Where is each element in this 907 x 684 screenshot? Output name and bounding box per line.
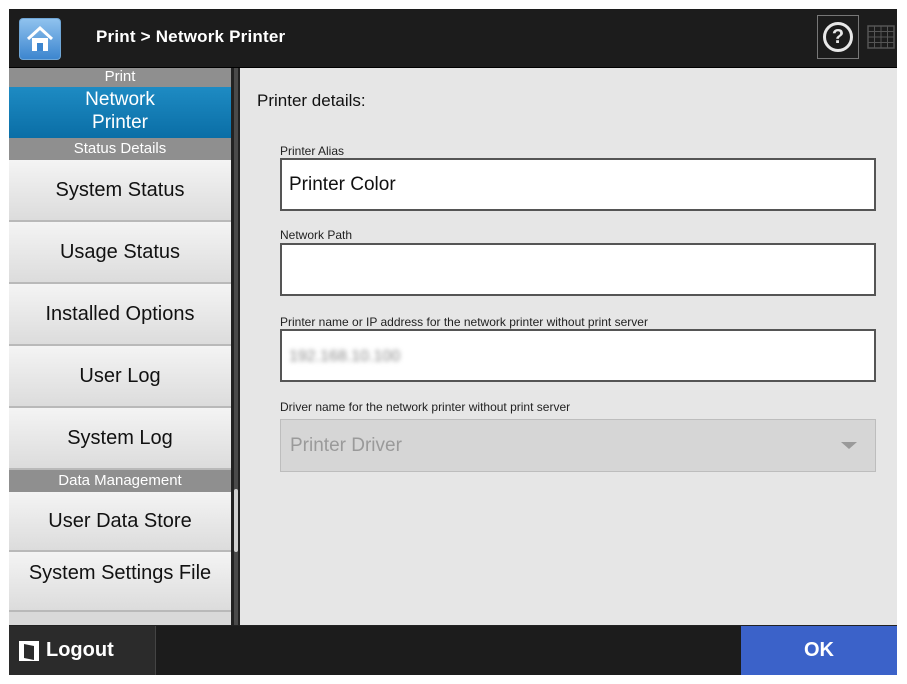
driver-name-select[interactable]: Printer Driver bbox=[280, 419, 876, 472]
network-path-input[interactable] bbox=[280, 243, 876, 296]
sidebar-item-installed-options[interactable]: Installed Options bbox=[9, 284, 231, 346]
sidebar-item-user-log[interactable]: User Log bbox=[9, 346, 231, 408]
sidebar-item-network-printer[interactable]: Network Printer bbox=[9, 87, 231, 138]
sidebar-item-usage-status[interactable]: Usage Status bbox=[9, 222, 231, 284]
home-button[interactable] bbox=[19, 18, 61, 60]
driver-name-label: Driver name for the network printer with… bbox=[280, 400, 571, 414]
printer-ip-input[interactable]: 192.168.10.100 bbox=[280, 329, 876, 382]
sidebar-item-system-status[interactable]: System Status bbox=[9, 160, 231, 222]
help-button[interactable]: ? bbox=[817, 15, 859, 59]
chevron-down-icon bbox=[841, 442, 857, 449]
sidebar-scrollbar[interactable] bbox=[234, 68, 238, 625]
sidebar-item-system-log[interactable]: System Log bbox=[9, 408, 231, 470]
bottom-bar: Logout OK bbox=[9, 626, 897, 675]
keyboard-button[interactable] bbox=[865, 15, 897, 59]
logout-label: Logout bbox=[46, 639, 114, 661]
top-bar: Print > Network Printer ? bbox=[9, 9, 897, 68]
ok-button[interactable]: OK bbox=[741, 626, 897, 675]
network-path-label: Network Path bbox=[280, 228, 353, 242]
page-title: Print > Network Printer bbox=[96, 27, 286, 46]
help-icon: ? bbox=[823, 22, 853, 52]
sidebar-item-user-data-store[interactable]: User Data Store bbox=[9, 492, 231, 552]
sidebar-heading-data-management: Data Management bbox=[9, 470, 231, 492]
app-window: Print > Network Printer ? Print Network … bbox=[9, 9, 897, 675]
printer-alias-label: Printer Alias bbox=[280, 144, 345, 158]
sidebar-heading-print: Print bbox=[9, 68, 231, 87]
logout-button[interactable]: Logout bbox=[9, 626, 156, 675]
printer-alias-input[interactable]: Printer Color bbox=[280, 158, 876, 211]
sidebar: Print Network Printer Status Details Sys… bbox=[9, 68, 231, 625]
keyboard-icon bbox=[867, 25, 895, 49]
home-icon bbox=[26, 25, 54, 51]
driver-name-value: Printer Driver bbox=[290, 435, 402, 456]
logout-icon bbox=[19, 640, 39, 661]
sidebar-heading-status-details: Status Details bbox=[9, 138, 231, 160]
printer-ip-label: Printer name or IP address for the netwo… bbox=[280, 315, 648, 329]
sidebar-scroll-thumb[interactable] bbox=[234, 489, 238, 552]
main-panel: Printer details: Printer Alias Printer C… bbox=[240, 68, 897, 625]
printer-details-title: Printer details: bbox=[257, 91, 366, 110]
sidebar-item-system-settings-file[interactable]: System Settings File bbox=[9, 552, 231, 612]
printer-ip-value: 192.168.10.100 bbox=[289, 348, 401, 365]
